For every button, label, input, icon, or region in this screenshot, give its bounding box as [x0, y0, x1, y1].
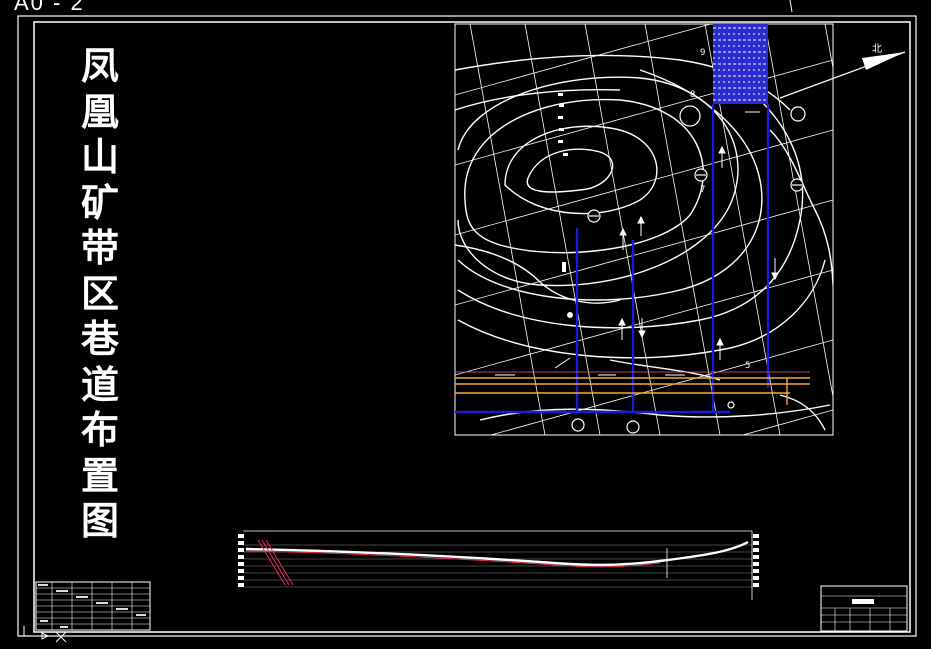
- title-char: 带: [80, 226, 119, 270]
- drawing-title: 凤 凰 山 矿 带 区 巷 道 布 置 图: [72, 44, 128, 545]
- cad-drawing-canvas[interactable]: 9 8 7 5 北: [0, 0, 931, 649]
- ore-body-block: [713, 24, 768, 104]
- title-char: 布: [80, 408, 119, 452]
- border-tick: [789, 0, 793, 13]
- legend-table: [35, 581, 151, 631]
- point-label-9: 9: [700, 48, 705, 58]
- north-arrow: 北: [779, 43, 906, 99]
- point-label-8: 8: [690, 90, 695, 100]
- outer-border: [17, 15, 917, 637]
- mine-plan-map: 9 8 7 5 北: [454, 23, 906, 436]
- title-char: 巷: [80, 317, 119, 361]
- longitudinal-profile: [238, 530, 759, 600]
- title-char: 置: [80, 453, 119, 498]
- title-block: [820, 585, 908, 632]
- title-char: 凤: [80, 44, 119, 88]
- title-char: 矿: [80, 180, 119, 225]
- north-label: 北: [872, 43, 882, 55]
- terrain-contours: [455, 54, 833, 431]
- point-label-7: 7: [700, 185, 705, 195]
- title-char: 区: [80, 271, 119, 316]
- crosshair-cursor-icon: [55, 631, 67, 643]
- point-label-5: 5: [745, 361, 750, 371]
- title-char: 凰: [80, 89, 119, 134]
- title-char: 图: [80, 499, 119, 543]
- title-char: 山: [80, 135, 119, 179]
- title-char: 道: [80, 362, 119, 407]
